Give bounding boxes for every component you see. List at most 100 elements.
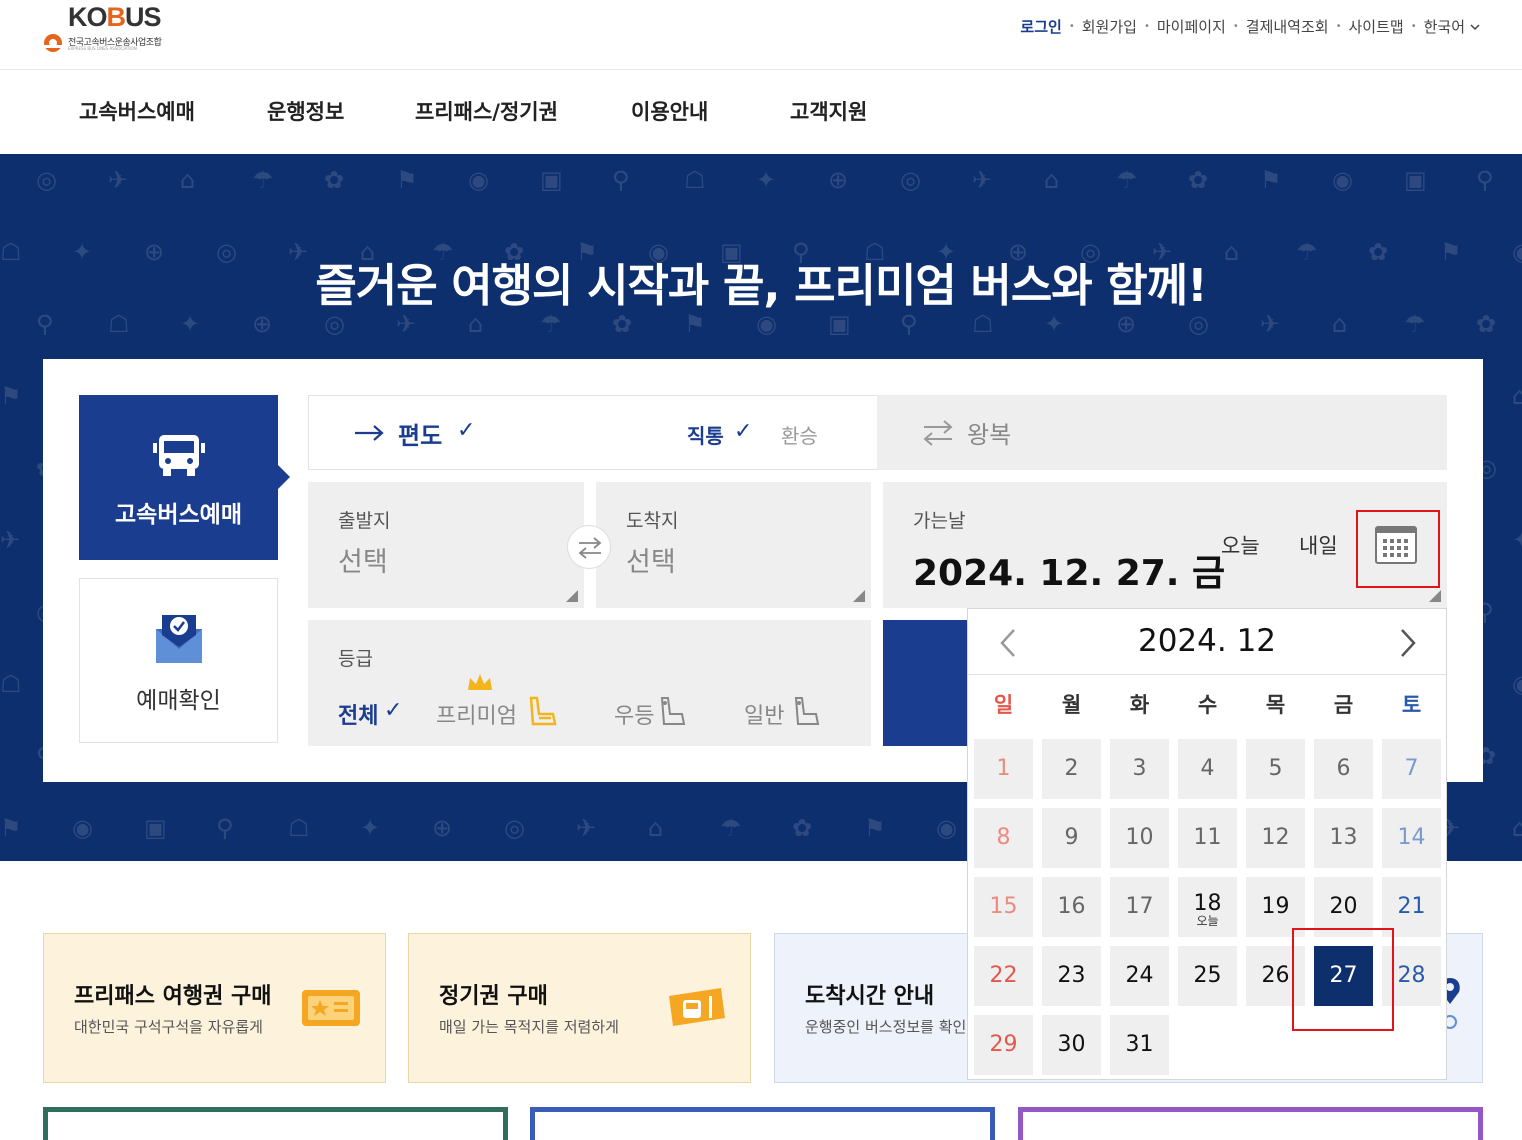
pattern-icon: ☂	[540, 310, 562, 338]
chevron-right-icon[interactable]	[1396, 627, 1420, 659]
calendar-day[interactable]: 8	[974, 808, 1033, 868]
nav-operation-info[interactable]: 운행정보	[267, 96, 344, 126]
chevron-down-icon[interactable]	[1470, 22, 1480, 32]
card-freepass-sub: 대한민국 구석구석을 자유롭게	[74, 1018, 263, 1036]
calendar-day[interactable]: 22	[974, 946, 1033, 1006]
pattern-icon: ☖	[0, 670, 22, 698]
weekday-label: 금	[1333, 693, 1354, 717]
section-card-purple[interactable]	[1018, 1107, 1483, 1140]
tab-round-trip[interactable]: 왕복	[877, 395, 1447, 470]
pattern-icon: ⌂	[468, 310, 484, 338]
date-label: 가는날	[913, 510, 966, 532]
separator: •	[1143, 21, 1150, 32]
calendar-day[interactable]: 6	[1314, 739, 1373, 799]
nav-freepass[interactable]: 프리패스/정기권	[415, 96, 558, 126]
calendar-day[interactable]: 23	[1042, 946, 1101, 1006]
side-tab-confirm[interactable]: 예매확인	[79, 578, 278, 743]
side-tab-reservation[interactable]: 고속버스예매	[79, 395, 278, 560]
pattern-icon: ⌂	[1332, 310, 1348, 338]
calendar-day[interactable]: 7	[1382, 739, 1441, 799]
departure-field[interactable]: 출발지 선택	[308, 482, 584, 608]
pattern-icon: ✈	[972, 166, 993, 194]
route-transfer-option[interactable]: 환승	[781, 420, 818, 449]
card-season-pass[interactable]: 정기권 구매 매일 가는 목적지를 저렴하게	[408, 933, 751, 1083]
mypage-link[interactable]: 마이페이지	[1157, 16, 1226, 37]
utility-menu: 로그인 • 회원가입 • 마이페이지 • 결제내역조회 • 사이트맵 • 한국어	[1020, 16, 1480, 37]
calendar-day-number: 7	[1404, 756, 1419, 781]
calendar-day[interactable]: 16	[1042, 877, 1101, 937]
pattern-icon: ⚲	[1476, 166, 1494, 194]
tomorrow-button[interactable]: 내일	[1299, 530, 1338, 560]
calendar-day[interactable]: 10	[1110, 808, 1169, 868]
calendar-day[interactable]: 9	[1042, 808, 1101, 868]
pattern-icon: ⚑	[0, 814, 22, 842]
pattern-icon: ◉	[1512, 670, 1522, 698]
today-button[interactable]: 오늘	[1221, 530, 1260, 560]
grade-excellent-option[interactable]: 우등	[614, 698, 654, 730]
route-direct-option[interactable]: 직통	[687, 420, 724, 449]
calendar-day[interactable]: 12	[1246, 808, 1305, 868]
nav-usage-guide[interactable]: 이용안내	[631, 96, 708, 126]
calendar-day-number: 23	[1057, 963, 1086, 988]
calendar-day[interactable]: 2	[1042, 739, 1101, 799]
calendar-month-title: 2024. 12	[1137, 623, 1277, 659]
swap-route-button[interactable]	[567, 525, 611, 569]
calendar-day-number: 5	[1268, 756, 1283, 781]
calendar-day[interactable]: 3	[1110, 739, 1169, 799]
nav-customer-support[interactable]: 고객지원	[790, 96, 867, 126]
calendar-day-number: 25	[1193, 963, 1222, 988]
calendar-day[interactable]: 4	[1178, 739, 1237, 799]
card-freepass[interactable]: 프리패스 여행권 구매 대한민국 구석구석을 자유롭게	[43, 933, 386, 1083]
calendar-day-number: 14	[1397, 825, 1426, 850]
section-card-blue[interactable]	[530, 1107, 995, 1140]
section-card-green[interactable]	[43, 1107, 508, 1140]
calendar-day-number: 28	[1397, 963, 1426, 988]
active-tab-pointer	[278, 465, 290, 489]
calendar-day-number: 15	[989, 894, 1018, 919]
pattern-icon: ◉	[936, 814, 957, 842]
calendar-day[interactable]: 24	[1110, 946, 1169, 1006]
grade-normal-option[interactable]: 일반	[744, 698, 784, 730]
pattern-icon: ⌂	[1512, 814, 1522, 842]
calendar-day[interactable]: 11	[1178, 808, 1237, 868]
tab-one-way[interactable]: 편도 ✓ 직통 ✓ 환승	[308, 395, 877, 470]
calendar-day[interactable]: 25	[1178, 946, 1237, 1006]
highlight-box	[1292, 928, 1394, 1031]
calendar-day-number: 9	[1064, 825, 1079, 850]
arrival-field[interactable]: 도착지 선택	[596, 482, 871, 608]
calendar-day-number: 31	[1125, 1032, 1154, 1057]
login-link[interactable]: 로그인	[1020, 16, 1061, 37]
search-button[interactable]	[883, 620, 969, 746]
language-select[interactable]: 한국어	[1424, 16, 1465, 37]
top-header: KOBUS 전국고속버스운송사업조합 EXPRESS BUS LINES ASS…	[0, 0, 1522, 70]
calendar-day[interactable]: 29	[974, 1015, 1033, 1075]
weekday-label: 수	[1197, 693, 1218, 717]
kobus-logo[interactable]: KOBUS 전국고속버스운송사업조합 EXPRESS BUS LINES ASS…	[42, 2, 182, 58]
check-icon: ✓	[384, 698, 403, 723]
calendar-day[interactable]: 1	[974, 739, 1033, 799]
pattern-icon: ⚑	[684, 310, 706, 338]
payment-history-link[interactable]: 결제내역조회	[1246, 16, 1329, 37]
grade-premium-option[interactable]: 프리미엄	[436, 698, 517, 730]
weekday-label: 목	[1265, 693, 1286, 717]
calendar-day[interactable]: 5	[1246, 739, 1305, 799]
pattern-icon: ☂	[1116, 166, 1138, 194]
calendar-day[interactable]: 14	[1382, 808, 1441, 868]
signup-link[interactable]: 회원가입	[1082, 16, 1137, 37]
grade-all-option[interactable]: 전체	[338, 698, 378, 730]
calendar-day[interactable]: 13	[1314, 808, 1373, 868]
pattern-icon: ▣	[828, 310, 851, 338]
side-tab-confirm-label: 예매확인	[136, 688, 221, 714]
pattern-icon: ⊕	[432, 814, 453, 842]
pattern-icon: ⚑	[396, 166, 418, 194]
calendar-day[interactable]: 30	[1042, 1015, 1101, 1075]
pattern-icon: ⚲	[900, 310, 918, 338]
calendar-day[interactable]: 31	[1110, 1015, 1169, 1075]
sitemap-link[interactable]: 사이트맵	[1348, 16, 1403, 37]
arrow-right-icon	[355, 425, 384, 441]
calendar-day[interactable]: 15	[974, 877, 1033, 937]
calendar-day[interactable]: 18 오늘	[1178, 877, 1237, 937]
calendar-day[interactable]: 17	[1110, 877, 1169, 937]
date-value: 2024. 12. 27. 금	[913, 553, 1226, 594]
nav-bus-reservation[interactable]: 고속버스예매	[79, 96, 195, 126]
